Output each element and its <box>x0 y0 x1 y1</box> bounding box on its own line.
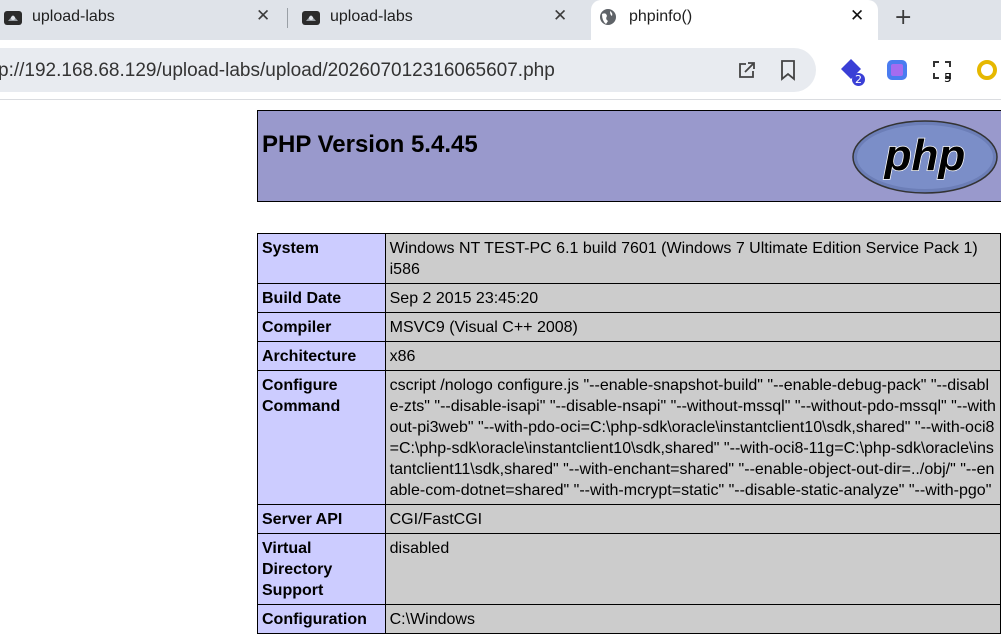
row-key: System <box>257 233 386 284</box>
tab-title: phpinfo() <box>629 8 693 25</box>
php-version-title: PHP Version 5.4.45 <box>262 131 478 158</box>
php-logo-text: php <box>884 131 966 180</box>
browser-toolbar: p://192.168.68.129/upload-labs/upload/20… <box>0 40 1001 100</box>
extension-badge: 2 <box>852 73 865 86</box>
upload-labs-favicon-icon <box>302 11 320 25</box>
row-value: x86 <box>384 341 1001 371</box>
globe-icon <box>600 9 616 25</box>
row-value: C:\Windows <box>384 604 1001 634</box>
close-tab-icon[interactable]: ✕ <box>850 7 864 25</box>
tab-phpinfo[interactable]: phpinfo() ✕ <box>591 0 878 40</box>
row-value: Windows NT TEST-PC 6.1 build 7601 (Windo… <box>384 233 1001 284</box>
phpinfo-header: PHP Version 5.4.45 php <box>257 110 1001 202</box>
table-row: Configuration C:\Windows <box>257 604 1001 634</box>
row-key: Virtual Directory Support <box>257 533 386 605</box>
php-logo[interactable]: php <box>852 119 1001 195</box>
url-text[interactable]: p://192.168.68.129/upload-labs/upload/20… <box>0 60 555 82</box>
close-tab-icon[interactable]: ✕ <box>256 7 270 25</box>
table-row: Compiler MSVC9 (Visual C++ 2008) <box>257 312 1001 342</box>
row-key: Server API <box>257 504 386 534</box>
table-row: Configure Command cscript /nologo config… <box>257 370 1001 505</box>
extension-badge: 5 <box>944 71 952 85</box>
phpinfo-table: System Windows NT TEST-PC 6.1 build 7601… <box>257 233 1001 634</box>
table-row: Virtual Directory Support disabled <box>257 533 1001 605</box>
row-value: Sep 2 2015 23:45:20 <box>384 283 1001 313</box>
row-key: Configure Command <box>257 370 386 505</box>
new-tab-plus-icon[interactable]: + <box>894 5 912 30</box>
table-row: Server API CGI/FastCGI <box>257 504 1001 534</box>
row-value: cscript /nologo configure.js "--enable-s… <box>384 370 1001 505</box>
row-key: Configuration <box>257 604 386 634</box>
bookmark-icon[interactable] <box>779 59 797 81</box>
table-row: System Windows NT TEST-PC 6.1 build 7601… <box>257 233 1001 284</box>
share-icon[interactable] <box>737 60 757 80</box>
row-value: CGI/FastCGI <box>384 504 1001 534</box>
close-tab-icon[interactable]: ✕ <box>553 7 567 25</box>
tab-upload-labs-1[interactable]: upload-labs ✕ <box>0 0 285 34</box>
row-value: MSVC9 (Visual C++ 2008) <box>384 312 1001 342</box>
tab-strip: upload-labs ✕ upload-labs ✕ phpinfo() ✕ … <box>0 0 1001 40</box>
tab-title: upload-labs <box>32 8 115 25</box>
tab-title: upload-labs <box>330 8 413 25</box>
table-row: Architecture x86 <box>257 341 1001 371</box>
row-value: disabled <box>384 533 1001 605</box>
row-key: Compiler <box>257 312 386 342</box>
row-key: Architecture <box>257 341 386 371</box>
row-key: Build Date <box>257 283 386 313</box>
table-row: Build Date Sep 2 2015 23:45:20 <box>257 283 1001 313</box>
upload-labs-favicon-icon <box>4 11 22 25</box>
extension-square-icon[interactable] <box>886 59 908 81</box>
extension-circle-icon[interactable] <box>976 59 998 81</box>
tab-separator <box>287 8 288 28</box>
tab-upload-labs-2[interactable]: upload-labs ✕ <box>298 0 583 34</box>
address-bar[interactable]: p://192.168.68.129/upload-labs/upload/20… <box>0 48 816 92</box>
